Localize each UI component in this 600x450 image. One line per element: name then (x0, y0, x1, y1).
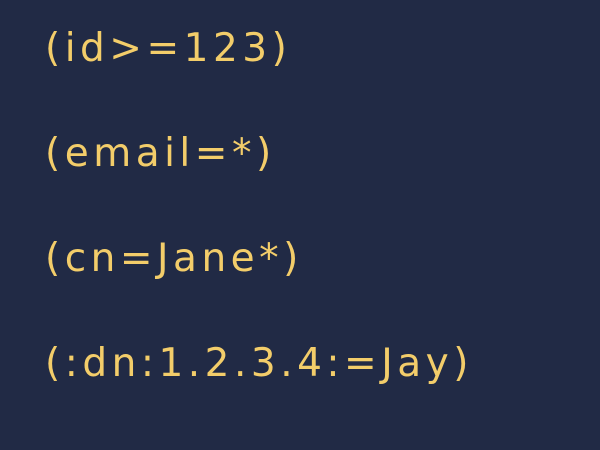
filter-example-extensible-match: (:dn:1.2.3.4:=Jay) (45, 341, 473, 386)
filter-example-greater-or-equal: (id>=123) (45, 26, 292, 71)
filter-example-presence: (email=*) (45, 131, 276, 176)
filter-examples-slide: (id>=123) (email=*) (cn=Jane*) (:dn:1.2.… (0, 0, 600, 450)
filter-example-substring: (cn=Jane*) (45, 236, 303, 281)
